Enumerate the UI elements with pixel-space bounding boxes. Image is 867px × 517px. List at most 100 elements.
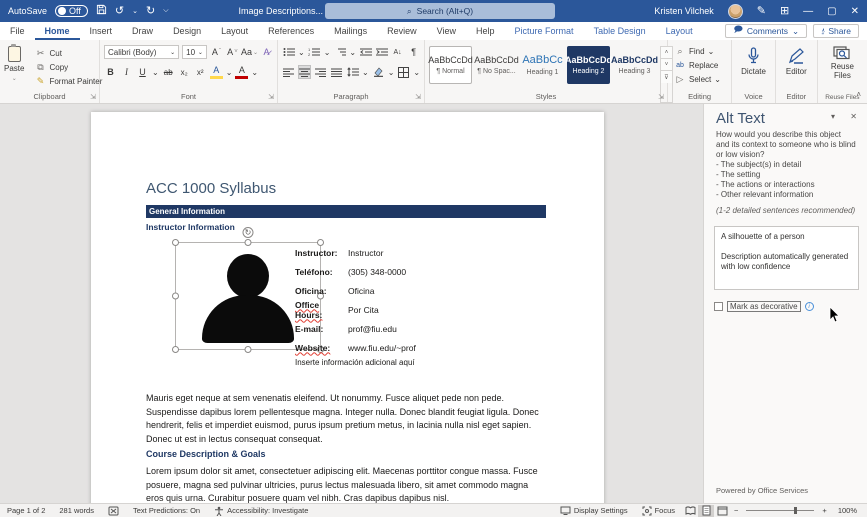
read-mode-button[interactable] (682, 505, 698, 517)
font-dialog-launcher-icon[interactable]: ⇲ (268, 93, 274, 101)
format-painter-button[interactable]: ✎ Format Painter (34, 75, 103, 88)
tab-design[interactable]: Design (163, 22, 211, 40)
multilevel-list-button[interactable] (333, 45, 346, 59)
text-predictions-status[interactable]: Text Predictions: On (126, 504, 207, 517)
bullets-button[interactable] (282, 45, 295, 59)
maximize-button[interactable]: ▢ (827, 6, 836, 17)
collapse-ribbon-icon[interactable]: ˄ (856, 90, 861, 99)
tab-help[interactable]: Help (466, 22, 505, 40)
style-heading-2-selected[interactable]: AaBbCcDd Heading 2 (565, 46, 612, 84)
style-no-spacing[interactable]: AaBbCcDd ¶ No Spac... (474, 46, 519, 84)
tab-review[interactable]: Review (377, 22, 427, 40)
replace-button[interactable]: ab Replace (674, 59, 725, 72)
superscript-button[interactable]: x² (194, 65, 207, 79)
shading-button[interactable] (372, 65, 385, 79)
info-icon[interactable]: i (804, 302, 814, 311)
shading-caret-icon[interactable]: ⌄ (388, 68, 395, 77)
tab-insert[interactable]: Insert (80, 22, 123, 40)
reuse-files-button[interactable]: Reuse Files (818, 43, 867, 84)
style-heading-3[interactable]: AaBbCcDd Heading 3 (611, 46, 658, 84)
page-indicator[interactable]: Page 1 of 2 (0, 504, 52, 517)
word-count[interactable]: 281 words (52, 504, 101, 517)
underline-caret-icon[interactable]: ⌄ (152, 68, 159, 77)
numbering-caret-icon[interactable]: ⌄ (324, 48, 331, 57)
doc-section-bar[interactable]: General Information (146, 205, 546, 218)
mark-decorative-checkbox[interactable] (714, 302, 723, 311)
redo-button[interactable]: ↻ (146, 5, 155, 17)
focus-button[interactable]: Focus (635, 504, 682, 517)
undo-button[interactable]: ↺ (115, 5, 124, 17)
tab-mailings[interactable]: Mailings (324, 22, 377, 40)
rotate-handle[interactable]: ↻ (242, 227, 254, 238)
tab-draw[interactable]: Draw (122, 22, 163, 40)
alt-text-input[interactable]: A silhouette of a person Description aut… (714, 226, 859, 290)
accessibility-status[interactable]: Accessibility: Investigate (207, 504, 315, 517)
borders-caret-icon[interactable]: ⌄ (413, 68, 420, 77)
resize-handle-sw[interactable] (172, 346, 179, 353)
show-formatting-marks-button[interactable]: ¶ (407, 45, 420, 59)
avatar[interactable] (727, 3, 743, 19)
pane-options-caret-icon[interactable]: ▾ (831, 112, 835, 121)
underline-button[interactable]: U (136, 65, 149, 79)
resize-handle-n[interactable] (244, 239, 252, 246)
tab-references[interactable]: References (258, 22, 324, 40)
font-name-combo[interactable]: Calibri (Body) ⌄ (104, 45, 180, 59)
editor-button[interactable]: Editor (776, 43, 817, 80)
web-layout-button[interactable] (714, 505, 730, 517)
strikethrough-button[interactable]: ab (162, 65, 175, 79)
tab-home[interactable]: Home (35, 22, 80, 40)
save-icon[interactable] (96, 4, 107, 18)
shrink-font-button[interactable]: A ˅ (226, 45, 239, 59)
bullets-caret-icon[interactable]: ⌄ (298, 48, 305, 57)
tab-view[interactable]: View (427, 22, 466, 40)
resize-handle-nw[interactable] (172, 239, 179, 246)
line-spacing-caret-icon[interactable]: ⌄ (362, 68, 369, 77)
paragraph-dialog-launcher-icon[interactable]: ⇲ (415, 93, 421, 101)
undo-caret-icon[interactable]: ⌄ (132, 7, 138, 15)
body-paragraph-2[interactable]: Lorem ipsum dolor sit amet, consectetuer… (146, 465, 546, 503)
font-size-combo[interactable]: 10 ⌄ (182, 45, 207, 59)
numbering-button[interactable]: 12 (308, 45, 321, 59)
document-page[interactable]: ACC 1000 Syllabus General Information In… (91, 112, 604, 503)
print-layout-button[interactable] (698, 504, 715, 517)
align-right-button[interactable] (314, 65, 327, 79)
instructor-info-table[interactable]: Instructor: Instructor Teléfono: (305) 348… (295, 243, 416, 357)
justify-button[interactable] (330, 65, 343, 79)
search-input[interactable]: ⌕ Search (Alt+Q) (325, 3, 555, 19)
user-name[interactable]: Kristen Vilchek (654, 6, 713, 16)
doc-subheading[interactable]: Instructor Information (146, 222, 235, 232)
tab-file[interactable]: File (0, 22, 35, 40)
autosave-toggle[interactable]: Off (55, 5, 88, 17)
subscript-button[interactable]: x₂ (178, 65, 191, 79)
comments-button[interactable]: 🗩 Comments ⌄ (725, 24, 808, 38)
mark-decorative-label[interactable]: Mark as decorative (727, 301, 801, 312)
multilevel-caret-icon[interactable]: ⌄ (349, 48, 356, 57)
zoom-in-button[interactable]: + (818, 504, 830, 517)
document-title[interactable]: Image Descriptions... (239, 6, 324, 16)
zoom-out-button[interactable]: − (730, 504, 742, 517)
quick-access-menu-icon[interactable]: ⌵ (163, 7, 168, 15)
doc-heading-course-description[interactable]: Course Description & Goals (146, 449, 266, 459)
pen-mode-icon[interactable]: ✎ (757, 5, 766, 17)
ribbon-options-icon[interactable]: ⊞ (780, 5, 789, 17)
font-color-button[interactable]: A (235, 65, 249, 79)
tab-layout-contextual[interactable]: Layout (656, 22, 703, 40)
tab-layout[interactable]: Layout (211, 22, 258, 40)
copy-button[interactable]: ⧉ Copy (34, 61, 102, 74)
borders-button[interactable] (397, 65, 410, 79)
cut-button[interactable]: ✂ Cut (34, 47, 102, 60)
find-button[interactable]: ⌕ Find ⌄ (674, 45, 725, 58)
align-center-button[interactable] (298, 65, 311, 79)
zoom-slider-thumb[interactable] (794, 507, 798, 514)
clipboard-dialog-launcher-icon[interactable]: ⇲ (90, 93, 96, 101)
zoom-slider[interactable] (746, 507, 815, 514)
grow-font-button[interactable]: Aˆ (210, 45, 223, 59)
align-left-button[interactable] (282, 65, 295, 79)
body-paragraph-1[interactable]: Mauris eget neque at sem venenatis eleif… (146, 392, 546, 446)
doc-heading-title[interactable]: ACC 1000 Syllabus (146, 180, 276, 197)
decrease-indent-button[interactable] (359, 45, 372, 59)
resize-handle-s[interactable] (244, 346, 252, 353)
clear-formatting-button[interactable]: A̷ (260, 45, 273, 59)
italic-button[interactable]: I (120, 65, 133, 79)
table-note[interactable]: Inserte información adicional aquí (295, 358, 415, 367)
